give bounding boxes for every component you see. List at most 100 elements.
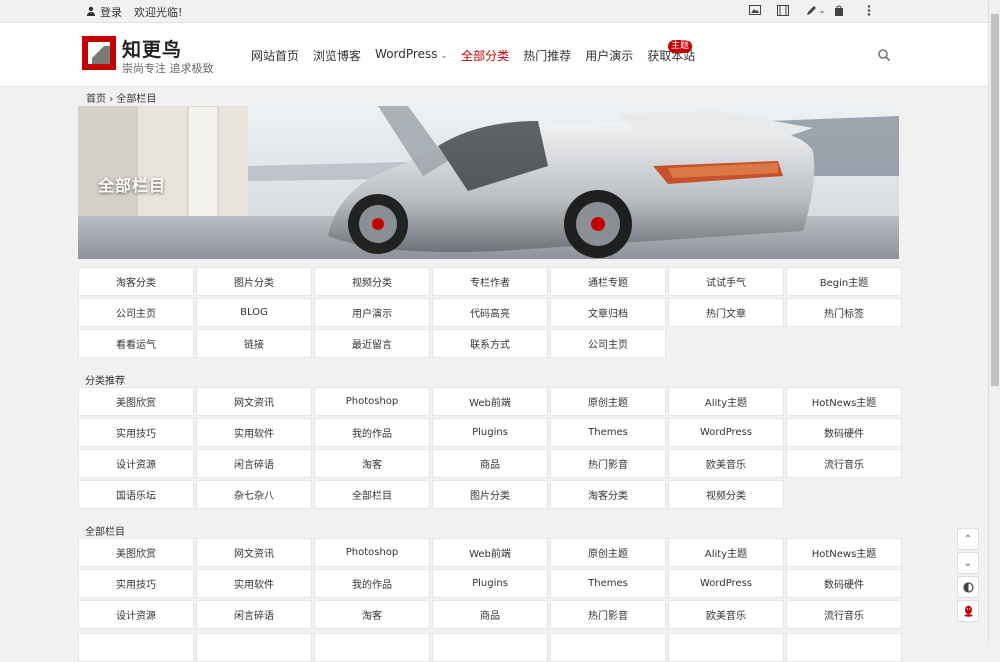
category-item[interactable]: 热门文章 <box>668 298 784 327</box>
category-item[interactable] <box>432 633 548 662</box>
floating-tools: ⌃ ⌄ <box>957 528 979 622</box>
category-item[interactable]: 流行音乐 <box>786 600 902 629</box>
image-icon[interactable] <box>748 3 762 17</box>
category-item[interactable]: 欧美音乐 <box>668 449 784 478</box>
category-item[interactable]: 商品 <box>432 449 548 478</box>
category-item[interactable]: 我的作品 <box>314 569 430 598</box>
category-item[interactable]: 国语乐坛 <box>78 480 194 509</box>
category-item[interactable]: 视频分类 <box>314 267 430 296</box>
category-item[interactable]: Photoshop <box>314 387 430 416</box>
category-item[interactable]: 原创主题 <box>550 387 666 416</box>
chevron-down-icon[interactable]: ⌄ <box>818 3 826 17</box>
scroll-down-icon[interactable]: ⌄ <box>957 552 979 574</box>
category-item[interactable] <box>78 633 194 662</box>
category-item[interactable]: 美图欣赏 <box>78 387 194 416</box>
category-item[interactable]: 数码硬件 <box>786 418 902 447</box>
category-item[interactable]: 欧美音乐 <box>668 600 784 629</box>
category-item[interactable]: Ality主题 <box>668 538 784 567</box>
category-item[interactable]: 公司主页 <box>78 298 194 327</box>
category-item[interactable]: 数码硬件 <box>786 569 902 598</box>
category-item[interactable]: 美图欣赏 <box>78 538 194 567</box>
category-item[interactable]: 公司主页 <box>550 329 666 358</box>
search-icon[interactable] <box>877 48 891 62</box>
category-item[interactable]: 淘客 <box>314 449 430 478</box>
category-item[interactable]: BLOG <box>196 298 312 327</box>
category-item[interactable]: 网文资讯 <box>196 538 312 567</box>
category-item[interactable]: 实用技巧 <box>78 418 194 447</box>
category-item[interactable]: 链接 <box>196 329 312 358</box>
category-item[interactable]: Begin主题 <box>786 267 902 296</box>
category-item[interactable]: 视频分类 <box>668 480 784 509</box>
category-item[interactable]: 试试手气 <box>668 267 784 296</box>
edit-icon[interactable] <box>804 3 818 17</box>
category-item[interactable] <box>550 633 666 662</box>
video-icon[interactable] <box>776 3 790 17</box>
page-scrollbar[interactable] <box>988 0 1000 642</box>
category-item[interactable]: 实用软件 <box>196 569 312 598</box>
category-item[interactable]: 热门影音 <box>550 449 666 478</box>
category-item[interactable]: 最近留言 <box>314 329 430 358</box>
category-item[interactable]: Web前端 <box>432 538 548 567</box>
breadcrumb-home[interactable]: 首页 <box>86 94 106 105</box>
qq-icon[interactable] <box>957 600 979 622</box>
contrast-icon[interactable] <box>957 576 979 598</box>
logo-icon[interactable] <box>82 36 116 70</box>
category-item[interactable]: 设计资源 <box>78 449 194 478</box>
category-item[interactable]: 实用技巧 <box>78 569 194 598</box>
category-item[interactable]: 联系方式 <box>432 329 548 358</box>
category-item[interactable]: Themes <box>550 569 666 598</box>
category-item[interactable] <box>668 633 784 662</box>
scroll-up-icon[interactable]: ⌃ <box>957 528 979 550</box>
category-item[interactable]: 用户演示 <box>314 298 430 327</box>
category-item[interactable] <box>786 633 902 662</box>
site-header: 知更鸟 崇尚专注 追求极致 网站首页 浏览博客 WordPress ⌄ 全部分类 … <box>0 23 988 87</box>
category-item[interactable]: 设计资源 <box>78 600 194 629</box>
category-item[interactable]: 原创主题 <box>550 538 666 567</box>
category-item[interactable]: 文章归档 <box>550 298 666 327</box>
category-item[interactable]: Ality主题 <box>668 387 784 416</box>
category-item[interactable]: 杂七杂八 <box>196 480 312 509</box>
more-icon[interactable] <box>862 3 876 17</box>
bag-icon[interactable] <box>832 3 846 17</box>
category-item[interactable]: Photoshop <box>314 538 430 567</box>
top-bar: 登录 欢迎光临! ⌄ <box>0 0 988 23</box>
category-item[interactable]: 淘客分类 <box>550 480 666 509</box>
category-item[interactable] <box>314 633 430 662</box>
category-item[interactable]: Plugins <box>432 569 548 598</box>
nav-blog[interactable]: 浏览博客 <box>313 47 361 64</box>
category-item[interactable]: 热门影音 <box>550 600 666 629</box>
category-item[interactable]: 实用软件 <box>196 418 312 447</box>
category-item[interactable]: WordPress <box>668 418 784 447</box>
nav-demo[interactable]: 用户演示 <box>585 47 633 64</box>
category-item[interactable]: 闲言碎语 <box>196 600 312 629</box>
category-item[interactable]: 网文资讯 <box>196 387 312 416</box>
category-item[interactable]: 专栏作者 <box>432 267 548 296</box>
category-item[interactable]: Plugins <box>432 418 548 447</box>
category-item[interactable]: 热门标签 <box>786 298 902 327</box>
category-item[interactable]: 淘客 <box>314 600 430 629</box>
category-item[interactable]: 我的作品 <box>314 418 430 447</box>
category-item[interactable]: 商品 <box>432 600 548 629</box>
category-item[interactable]: HotNews主题 <box>786 387 902 416</box>
nav-all-categories[interactable]: 全部分类 <box>461 47 509 64</box>
category-item[interactable]: Themes <box>550 418 666 447</box>
scrollbar-thumb[interactable] <box>991 14 999 386</box>
nav-hot[interactable]: 热门推荐 <box>523 47 571 64</box>
category-item[interactable] <box>196 633 312 662</box>
nav-wordpress[interactable]: WordPress ⌄ <box>375 47 447 64</box>
category-item[interactable]: Web前端 <box>432 387 548 416</box>
category-item[interactable]: 流行音乐 <box>786 449 902 478</box>
category-item[interactable]: 通栏专题 <box>550 267 666 296</box>
category-item[interactable]: 图片分类 <box>432 480 548 509</box>
site-name[interactable]: 知更鸟 <box>122 35 182 62</box>
category-item[interactable]: 淘客分类 <box>78 267 194 296</box>
login-link[interactable]: 登录 <box>100 4 122 20</box>
category-item[interactable]: 代码高亮 <box>432 298 548 327</box>
category-item[interactable]: 闲言碎语 <box>196 449 312 478</box>
category-item[interactable]: 全部栏目 <box>314 480 430 509</box>
nav-home[interactable]: 网站首页 <box>251 47 299 64</box>
category-item[interactable]: WordPress <box>668 569 784 598</box>
category-item[interactable]: 看看运气 <box>78 329 194 358</box>
category-item[interactable]: 图片分类 <box>196 267 312 296</box>
category-item[interactable]: HotNews主题 <box>786 538 902 567</box>
